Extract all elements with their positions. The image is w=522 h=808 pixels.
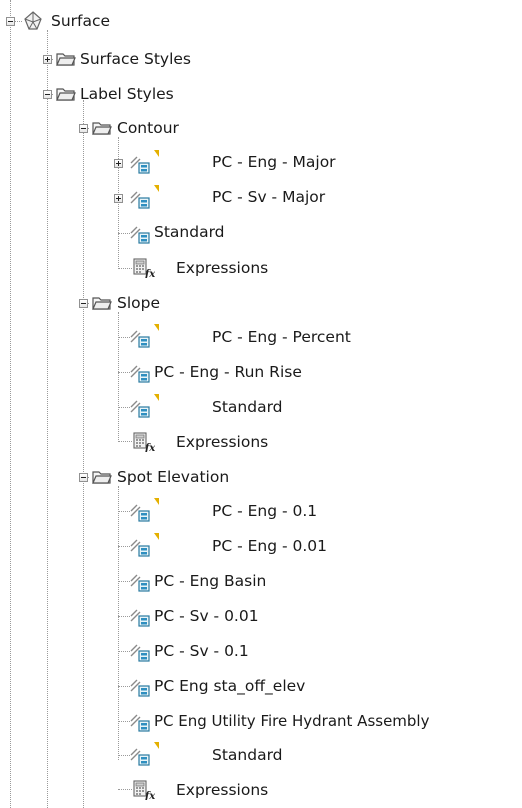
collapse-toggle[interactable] <box>79 124 88 133</box>
tree-node-label-style[interactable]: PC - Eng - Run Rise <box>154 362 302 382</box>
tree-node-label-style[interactable]: Standard <box>154 222 225 242</box>
tree-guide-line <box>118 137 119 269</box>
label-style-icon <box>130 363 152 387</box>
tree-node-spot-elevation[interactable]: Spot Elevation <box>117 467 229 487</box>
tree-guide-line <box>118 721 130 722</box>
modified-flag-icon <box>154 498 159 505</box>
tree-guide-line <box>118 312 119 442</box>
label-style-icon <box>130 154 152 178</box>
label-style-icon <box>130 642 152 666</box>
tree-guide-line <box>118 372 130 373</box>
folder-open-icon <box>92 295 112 315</box>
label-style-icon <box>130 677 152 701</box>
modified-flag-icon <box>154 324 159 331</box>
tree-node-label-style[interactable]: PC - Eng - Percent <box>212 327 351 347</box>
tree-guide-line <box>118 651 130 652</box>
tree-guide-line <box>118 233 130 234</box>
expand-toggle[interactable] <box>114 159 123 168</box>
label-style-icon <box>130 607 152 631</box>
tree-guide-line <box>118 755 130 756</box>
tree-guide-line <box>10 0 11 808</box>
tree-node-expressions[interactable]: Expressions <box>176 780 268 800</box>
tree-node-label-style[interactable]: PC - Sv - 0.1 <box>154 641 249 661</box>
tree-node-expressions[interactable]: Expressions <box>176 432 268 452</box>
tree-guide-line <box>118 686 130 687</box>
tree-guide-line <box>118 789 132 790</box>
modified-flag-icon <box>154 394 159 401</box>
tree-guide-line <box>118 511 130 512</box>
tree-node-label-style[interactable]: Standard <box>212 397 283 417</box>
folder-icon <box>56 51 76 71</box>
collapse-toggle[interactable] <box>79 299 88 308</box>
style-tree: Surface Surface Styles Label Styles Cont… <box>0 0 522 808</box>
label-style-icon <box>130 537 152 561</box>
tree-node-contour[interactable]: Contour <box>117 118 179 138</box>
svg-text:fx: fx <box>144 791 155 800</box>
tree-guide-line <box>118 486 119 760</box>
svg-text:fx: fx <box>144 269 155 278</box>
expressions-icon: fx <box>133 258 156 282</box>
collapse-toggle[interactable] <box>79 473 88 482</box>
label-style-icon <box>130 328 152 352</box>
label-style-icon <box>130 224 152 248</box>
tree-node-surface-styles[interactable]: Surface Styles <box>80 49 191 69</box>
label-style-icon <box>130 572 152 596</box>
collapse-toggle[interactable] <box>6 17 15 26</box>
collapse-toggle[interactable] <box>43 90 52 99</box>
expressions-icon: fx <box>133 780 156 804</box>
tree-node-surface[interactable]: Surface <box>51 11 110 31</box>
label-style-icon <box>130 712 152 736</box>
tree-guide-line <box>118 441 132 442</box>
modified-flag-icon <box>154 742 159 749</box>
tree-guide-line <box>83 100 84 808</box>
tree-node-label-style[interactable]: PC - Eng - 0.1 <box>212 501 317 521</box>
tree-node-label-style[interactable]: Standard <box>212 745 283 765</box>
tree-node-label-style[interactable]: PC Eng Utility Fire Hydrant Assembly <box>154 711 429 731</box>
tree-guide-line <box>118 616 130 617</box>
label-style-icon <box>130 189 152 213</box>
tree-node-slope[interactable]: Slope <box>117 293 160 313</box>
expand-toggle[interactable] <box>114 194 123 203</box>
tree-guide-line <box>118 546 130 547</box>
tree-node-label-style[interactable]: PC - Sv - 0.01 <box>154 606 259 626</box>
expand-toggle[interactable] <box>43 55 52 64</box>
tree-node-label-style[interactable]: PC - Eng Basin <box>154 571 266 591</box>
modified-flag-icon <box>154 185 159 192</box>
modified-flag-icon <box>154 533 159 540</box>
tree-guide-line <box>118 268 132 269</box>
expressions-icon: fx <box>133 432 156 456</box>
tree-guide-line <box>118 337 130 338</box>
tree-node-label-styles[interactable]: Label Styles <box>80 84 174 104</box>
label-style-icon <box>130 746 152 770</box>
tree-node-label-style[interactable]: PC Eng sta_off_elev <box>154 676 305 696</box>
label-style-icon <box>130 502 152 526</box>
tree-node-expressions[interactable]: Expressions <box>176 258 268 278</box>
label-style-icon <box>130 398 152 422</box>
modified-flag-icon <box>154 150 159 157</box>
folder-open-icon <box>56 86 76 106</box>
svg-text:fx: fx <box>144 443 155 452</box>
surface-icon <box>23 11 43 35</box>
folder-open-icon <box>92 120 112 140</box>
tree-node-label-style[interactable]: PC - Sv - Major <box>212 187 325 207</box>
folder-open-icon <box>92 469 112 489</box>
tree-node-label-style[interactable]: PC - Eng - Major <box>212 152 336 172</box>
tree-node-label-style[interactable]: PC - Eng - 0.01 <box>212 536 327 556</box>
tree-guide-line <box>118 407 130 408</box>
tree-guide-line <box>118 581 130 582</box>
tree-guide-line <box>47 30 48 808</box>
